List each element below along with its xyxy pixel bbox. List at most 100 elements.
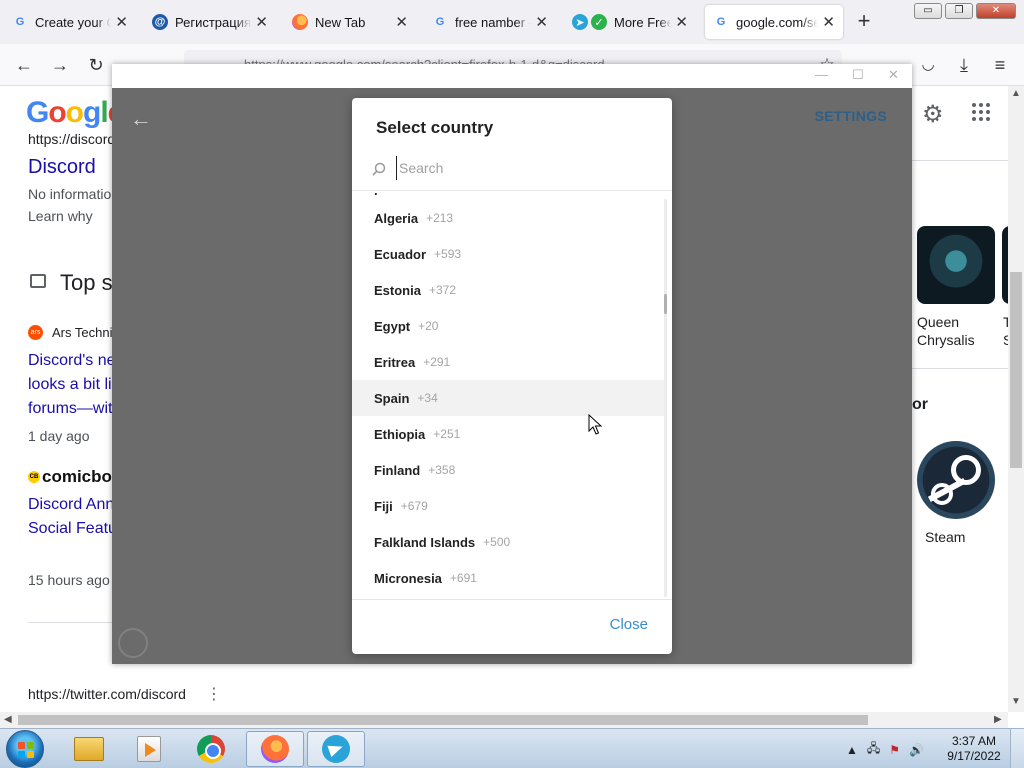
page-horizontal-scrollbar[interactable]: ◀ ▶ (0, 712, 1008, 728)
country-row[interactable]: Fiji +679 (352, 488, 664, 524)
taskbar-chrome[interactable] (182, 731, 240, 767)
country-search-input[interactable] (396, 156, 646, 180)
gear-icon[interactable]: ⚙ (922, 100, 944, 129)
browser-tab[interactable]: New Tab ✕ (284, 5, 416, 39)
country-row[interactable]: Estonia +372 (352, 272, 664, 308)
close-button[interactable]: Close (610, 616, 648, 633)
country-dial-code: +358 (428, 463, 456, 477)
taskbar-explorer[interactable] (60, 731, 118, 767)
result-title-link[interactable]: Discord (28, 156, 96, 179)
reload-icon[interactable]: ↻ (83, 52, 109, 78)
close-tab-icon[interactable]: ✕ (115, 13, 128, 31)
close-icon[interactable]: ✕ (888, 67, 899, 83)
result-url[interactable]: https://discord (28, 131, 115, 147)
twitter-result-url[interactable]: https://twitter.com/discord (28, 686, 186, 702)
country-list-scrollbar[interactable] (664, 199, 667, 597)
news-headline-line[interactable]: Social Featu (28, 520, 117, 538)
country-row[interactable]: Eritrea +291 (352, 344, 664, 380)
comicbook-icon: CB (28, 471, 40, 483)
result-snippet: No informatio (28, 186, 112, 202)
back-arrow-icon[interactable]: ← (11, 52, 37, 78)
close-tab-icon[interactable]: ✕ (255, 13, 268, 31)
taskbar-media-player[interactable] (120, 731, 178, 767)
settings-button[interactable]: SETTINGS (815, 108, 887, 124)
country-row[interactable]: Micronesia +691 (352, 560, 664, 596)
top-stories-heading: Top s (60, 270, 113, 295)
scroll-down-arrow-icon[interactable]: ▼ (1011, 696, 1021, 707)
close-window-button[interactable]: ✕ (976, 3, 1016, 19)
back-arrow-icon[interactable]: ← (130, 106, 152, 132)
country-dial-code: +251 (433, 427, 461, 441)
system-clock[interactable]: 3:37 AM 9/17/2022 (944, 734, 1004, 764)
action-center-flag-icon[interactable]: ⚑ (889, 743, 900, 757)
restore-button[interactable]: ❐ (945, 3, 973, 19)
maximize-icon[interactable]: ☐ (852, 67, 864, 83)
pocket-icon[interactable]: ◡ (915, 52, 941, 78)
select-country-dialog: Select country . Algeria+213Ecuador+593E… (352, 98, 672, 654)
country-dial-code: +213 (426, 211, 454, 225)
close-tab-icon[interactable]: ✕ (675, 13, 688, 31)
divider (28, 622, 112, 623)
taskbar-telegram[interactable] (307, 731, 365, 767)
country-row[interactable]: Algeria +213 (352, 200, 664, 236)
country-dial-code: +372 (428, 283, 456, 297)
browser-tab[interactable]: @ Регистрация ✕ (144, 5, 276, 39)
google-logo[interactable]: Google (26, 96, 124, 130)
new-tab-button[interactable]: + (852, 10, 876, 34)
country-list[interactable]: . Algeria +213 Ecuador +593 Estonia +372 Egypt… (352, 191, 672, 599)
browser-tab[interactable]: ➤ ✓ More Free De ✕ (564, 5, 696, 39)
show-hidden-icons-arrow-icon[interactable]: ▲ (846, 743, 858, 757)
start-button[interactable] (6, 730, 44, 768)
volume-icon[interactable]: 🔊 (909, 743, 924, 757)
close-tab-icon[interactable]: ✕ (822, 13, 835, 31)
ars-technica-icon: ars (28, 325, 43, 340)
menu-icon[interactable]: ≡ (987, 52, 1013, 78)
browser-tab[interactable]: G Create your Go ✕ (4, 5, 136, 39)
browser-tab-strip: G Create your Go ✕ @ Регистрация ✕ New T… (0, 0, 1024, 44)
scrollbar-thumb[interactable] (1010, 272, 1022, 468)
show-desktop-button[interactable] (1010, 729, 1024, 768)
download-icon[interactable]: ⤓ (951, 52, 977, 78)
scroll-up-arrow-icon[interactable]: ▲ (1011, 88, 1021, 99)
country-row[interactable]: Ethiopia +251 (352, 416, 664, 452)
country-name: Eritrea (374, 354, 416, 370)
card-label[interactable]: Queen Chrysalis (917, 313, 997, 349)
checkmark-icon: ✓ (591, 14, 607, 30)
browser-tab-active[interactable]: G google.com/se ✕ (705, 5, 843, 39)
clock-date: 9/17/2022 (947, 749, 1001, 763)
tab-title: More Free De (614, 14, 672, 30)
country-name: Algeria (374, 210, 419, 226)
minimize-button[interactable]: ▭ (914, 3, 942, 19)
page-vertical-scrollbar[interactable]: ▲ ▼ (1008, 86, 1024, 712)
news-headline-line[interactable]: Discord's ne (28, 352, 116, 370)
browser-tab[interactable]: G free namber - G ✕ (424, 5, 556, 39)
news-headline-line[interactable]: looks a bit li (28, 376, 112, 394)
country-row[interactable]: Spain +34 (352, 380, 664, 416)
steam-logo-icon[interactable] (917, 441, 995, 519)
country-row[interactable]: Egypt +20 (352, 308, 664, 344)
news-time: 15 hours ago (28, 572, 110, 588)
country-row[interactable]: Finland +358 (352, 452, 664, 488)
scrollbar-thumb[interactable] (18, 715, 868, 725)
country-name: Finland (374, 462, 421, 478)
search-icon (372, 162, 386, 176)
partially-hidden-row: . (374, 191, 378, 198)
forward-arrow-icon[interactable]: → (47, 52, 73, 78)
scrollbar-thumb[interactable] (664, 294, 667, 314)
google-apps-icon[interactable] (972, 103, 990, 121)
minimize-icon[interactable]: — (815, 67, 828, 82)
network-icon[interactable]: 🖧 (867, 739, 880, 760)
scroll-right-arrow-icon[interactable]: ▶ (994, 714, 1002, 725)
queen-chrysalis-image[interactable] (917, 226, 995, 304)
learn-why-link[interactable]: Learn why (28, 208, 93, 224)
news-headline-line[interactable]: Discord Ann (28, 496, 114, 514)
card-label[interactable]: Steam (925, 529, 965, 545)
news-headline-line[interactable]: forums—wit (28, 400, 112, 418)
close-tab-icon[interactable]: ✕ (395, 13, 408, 31)
taskbar-firefox[interactable] (246, 731, 304, 767)
country-row[interactable]: Ecuador +593 (352, 236, 664, 272)
close-tab-icon[interactable]: ✕ (535, 13, 548, 31)
scroll-left-arrow-icon[interactable]: ◀ (4, 714, 12, 725)
country-row[interactable]: Falkland Islands +500 (352, 524, 664, 560)
more-options-icon[interactable]: ⋮ (206, 684, 222, 704)
